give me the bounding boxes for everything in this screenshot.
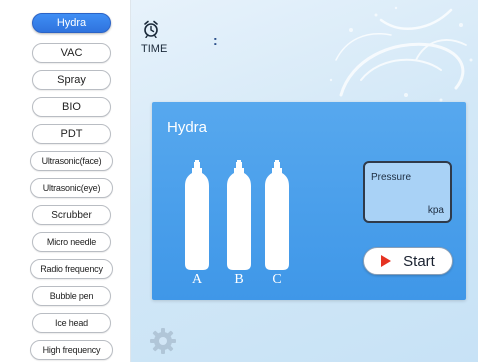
- panel-title: Hydra: [167, 119, 208, 136]
- bottle-c-icon[interactable]: [265, 160, 289, 270]
- bottle-b-label: B: [234, 272, 244, 287]
- pressure-label: Pressure: [371, 172, 412, 183]
- sidebar: Hydra VAC Spray BIO PDT Ultrasonic(face)…: [0, 0, 131, 362]
- sidebar-item-micro-needle[interactable]: Micro needle: [32, 232, 111, 252]
- time-label: TIME: [141, 43, 168, 55]
- sidebar-item-hydra[interactable]: Hydra: [32, 13, 111, 33]
- sidebar-item-pdt[interactable]: PDT: [32, 124, 111, 144]
- bottle-a-icon[interactable]: [185, 160, 209, 270]
- sidebar-item-ultrasonic-face[interactable]: Ultrasonic(face): [30, 151, 113, 171]
- hydra-panel: Hydra A B C Pressure kpa Start: [152, 102, 466, 300]
- start-button[interactable]: Start: [363, 247, 453, 275]
- alarm-clock-icon: [144, 20, 158, 38]
- sidebar-item-bio[interactable]: BIO: [32, 97, 111, 117]
- sidebar-item-ultrasonic-eye[interactable]: Ultrasonic(eye): [30, 178, 113, 198]
- sidebar-item-bubble-pen[interactable]: Bubble pen: [32, 286, 111, 306]
- time-value: :: [213, 32, 218, 48]
- sidebar-item-scrubber[interactable]: Scrubber: [32, 205, 111, 225]
- gear-icon[interactable]: [148, 326, 178, 356]
- start-label: Start: [403, 252, 435, 270]
- bottle-c-label: C: [272, 272, 282, 287]
- main-area: TIME : Hydra A B C Pressure kpa Start: [131, 0, 478, 362]
- sidebar-item-ice-head[interactable]: Ice head: [32, 313, 111, 333]
- hydra-screen: Hydra VAC Spray BIO PDT Ultrasonic(face)…: [0, 0, 478, 362]
- pressure-unit: kpa: [427, 205, 444, 216]
- sidebar-item-high-frequency[interactable]: High frequency: [30, 340, 113, 360]
- sidebar-item-spray[interactable]: Spray: [32, 70, 111, 90]
- play-icon: [381, 255, 392, 267]
- sidebar-item-radio-frequency[interactable]: Radio frequency: [30, 259, 113, 279]
- pressure-display: Pressure kpa: [363, 161, 452, 223]
- bottle-b-icon[interactable]: [227, 160, 251, 270]
- water-splash-image: [329, 6, 473, 102]
- bottle-a-label: A: [191, 272, 203, 287]
- sidebar-item-vac[interactable]: VAC: [32, 43, 111, 63]
